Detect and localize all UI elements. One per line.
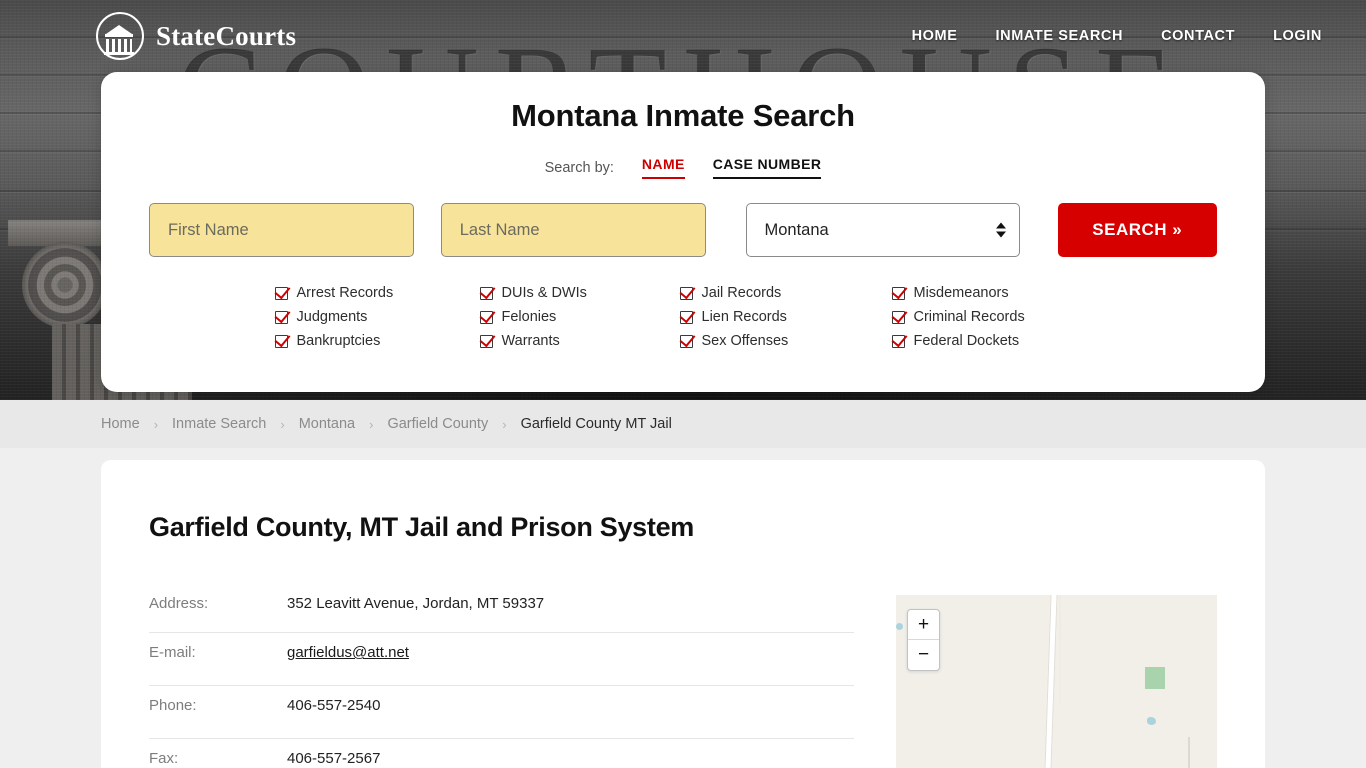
- map-trail: [1188, 737, 1190, 768]
- detail-key: Address:: [149, 595, 209, 612]
- map-zoom-controls: + −: [907, 609, 940, 671]
- record-type-checkbox-grid: Arrest Records DUIs & DWIs Jail Records …: [149, 285, 1217, 349]
- detail-key: Fax:: [149, 750, 179, 768]
- checkbox-label: Warrants: [501, 333, 560, 349]
- email-link[interactable]: garfieldus@att.net: [287, 644, 409, 661]
- facility-details-table: Address: 352 Leavitt Avenue, Jordan, MT …: [149, 595, 854, 768]
- search-by-label: Search by:: [544, 159, 614, 176]
- chevron-right-icon: ›: [369, 416, 374, 432]
- detail-value-fax: 406-557-2567: [287, 750, 381, 768]
- checkbox-item[interactable]: DUIs & DWIs: [479, 285, 680, 301]
- table-row: Address: 352 Leavitt Avenue, Jordan, MT …: [149, 595, 854, 633]
- checkbox-item[interactable]: Lien Records: [679, 309, 892, 325]
- checkbox-label: Felonies: [501, 309, 557, 325]
- checkbox-item[interactable]: Federal Dockets: [891, 333, 1092, 349]
- search-button[interactable]: SEARCH »: [1057, 203, 1217, 257]
- page-body: Garfield County, MT Jail and Prison Syst…: [0, 448, 1366, 768]
- facility-detail-row: Address: 352 Leavitt Avenue, Jordan, MT …: [149, 595, 1217, 768]
- breadcrumb-item-home[interactable]: Home: [101, 416, 140, 432]
- map-zoom-out-button[interactable]: −: [908, 640, 939, 670]
- top-bar: StateCourts HOME INMATE SEARCH CONTACT L…: [0, 0, 1366, 72]
- map-road-secondary: [1059, 595, 1061, 705]
- first-name-input[interactable]: [149, 203, 414, 257]
- nav-item-inmate-search[interactable]: INMATE SEARCH: [996, 28, 1124, 44]
- main-navigation: HOME INMATE SEARCH CONTACT LOGIN: [912, 28, 1322, 44]
- chevron-right-icon: ›: [280, 416, 285, 432]
- checkbox-label: Jail Records: [701, 285, 782, 301]
- map-road: [1041, 595, 1058, 768]
- checkbox-item[interactable]: Warrants: [479, 333, 680, 349]
- inmate-search-card: Montana Inmate Search Search by: NAME CA…: [101, 72, 1265, 392]
- detail-key: E-mail:: [149, 644, 196, 662]
- breadcrumb-item-garfield-county[interactable]: Garfield County: [387, 416, 488, 432]
- table-row: E-mail: garfieldus@att.net: [149, 633, 854, 686]
- checkmark-icon: [891, 334, 905, 348]
- checkmark-icon: [274, 334, 288, 348]
- chevron-right-icon: ›: [502, 416, 507, 432]
- tab-case-number[interactable]: CASE NUMBER: [712, 156, 822, 179]
- tab-name[interactable]: NAME: [641, 156, 685, 179]
- checkbox-item[interactable]: Arrest Records: [274, 285, 480, 301]
- table-row: Fax: 406-557-2567: [149, 739, 854, 768]
- table-row: Phone: 406-557-2540: [149, 686, 854, 739]
- checkmark-icon: [274, 286, 288, 300]
- search-card-title: Montana Inmate Search: [511, 98, 855, 133]
- state-select-wrapper: Montana: [745, 203, 1020, 257]
- brand-logo[interactable]: StateCourts: [96, 12, 296, 60]
- detail-value-address: 352 Leavitt Avenue, Jordan, MT 59337: [287, 595, 545, 612]
- detail-value-email: garfieldus@att.net: [287, 633, 854, 686]
- checkmark-icon: [479, 334, 493, 348]
- state-select[interactable]: Montana: [745, 203, 1020, 257]
- search-by-row: Search by: NAME CASE NUMBER: [149, 156, 1217, 179]
- checkmark-icon: [479, 286, 493, 300]
- nav-item-contact[interactable]: CONTACT: [1161, 28, 1235, 44]
- checkbox-label: Arrest Records: [296, 285, 394, 301]
- nav-item-home[interactable]: HOME: [912, 28, 958, 44]
- last-name-input[interactable]: [440, 203, 706, 257]
- checkbox-label: Federal Dockets: [913, 333, 1020, 349]
- checkbox-item[interactable]: Misdemeanors: [891, 285, 1092, 301]
- search-form: Montana SEARCH »: [149, 203, 1217, 257]
- checkbox-item[interactable]: Felonies: [479, 309, 680, 325]
- detail-key: Phone:: [149, 697, 197, 715]
- checkbox-label: DUIs & DWIs: [501, 285, 587, 301]
- checkmark-icon: [891, 286, 905, 300]
- courthouse-circle-icon: [96, 12, 144, 60]
- checkmark-icon: [274, 310, 288, 324]
- map-zoom-in-button[interactable]: +: [908, 610, 939, 640]
- checkbox-item[interactable]: Judgments: [274, 309, 480, 325]
- checkbox-label: Criminal Records: [913, 309, 1025, 325]
- map-water-feature: [1147, 717, 1156, 725]
- hero-header: COURTHOUSE StateCourts HOME INMATE SEARC…: [0, 0, 1366, 400]
- breadcrumb: Home › Inmate Search › Montana › Garfiel…: [0, 400, 1366, 448]
- map-park-area: [1145, 667, 1165, 689]
- breadcrumb-item-current: Garfield County MT Jail: [520, 416, 672, 432]
- checkbox-label: Misdemeanors: [913, 285, 1009, 301]
- detail-value-phone: 406-557-2540: [287, 697, 381, 715]
- checkmark-icon: [679, 286, 693, 300]
- chevron-right-icon: ›: [153, 416, 159, 432]
- checkbox-label: Bankruptcies: [296, 333, 381, 349]
- facility-content-card: Garfield County, MT Jail and Prison Syst…: [101, 460, 1265, 768]
- checkbox-item[interactable]: Criminal Records: [891, 309, 1092, 325]
- checkbox-item[interactable]: Jail Records: [679, 285, 892, 301]
- checkmark-icon: [479, 310, 493, 324]
- brand-name: StateCourts: [156, 20, 297, 51]
- breadcrumb-item-inmate-search[interactable]: Inmate Search: [172, 416, 266, 432]
- checkmark-icon: [679, 310, 693, 324]
- checkbox-item[interactable]: Bankruptcies: [274, 333, 480, 349]
- breadcrumb-item-montana[interactable]: Montana: [299, 416, 355, 432]
- checkmark-icon: [679, 334, 693, 348]
- checkbox-label: Lien Records: [701, 309, 787, 325]
- checkbox-label: Sex Offenses: [701, 333, 789, 349]
- nav-item-login[interactable]: LOGIN: [1273, 28, 1322, 44]
- checkbox-label: Judgments: [296, 309, 368, 325]
- page-title: Garfield County, MT Jail and Prison Syst…: [149, 512, 695, 542]
- checkbox-item[interactable]: Sex Offenses: [679, 333, 892, 349]
- map-water-feature: [896, 623, 903, 630]
- location-map[interactable]: + −: [896, 595, 1217, 768]
- checkmark-icon: [891, 310, 905, 324]
